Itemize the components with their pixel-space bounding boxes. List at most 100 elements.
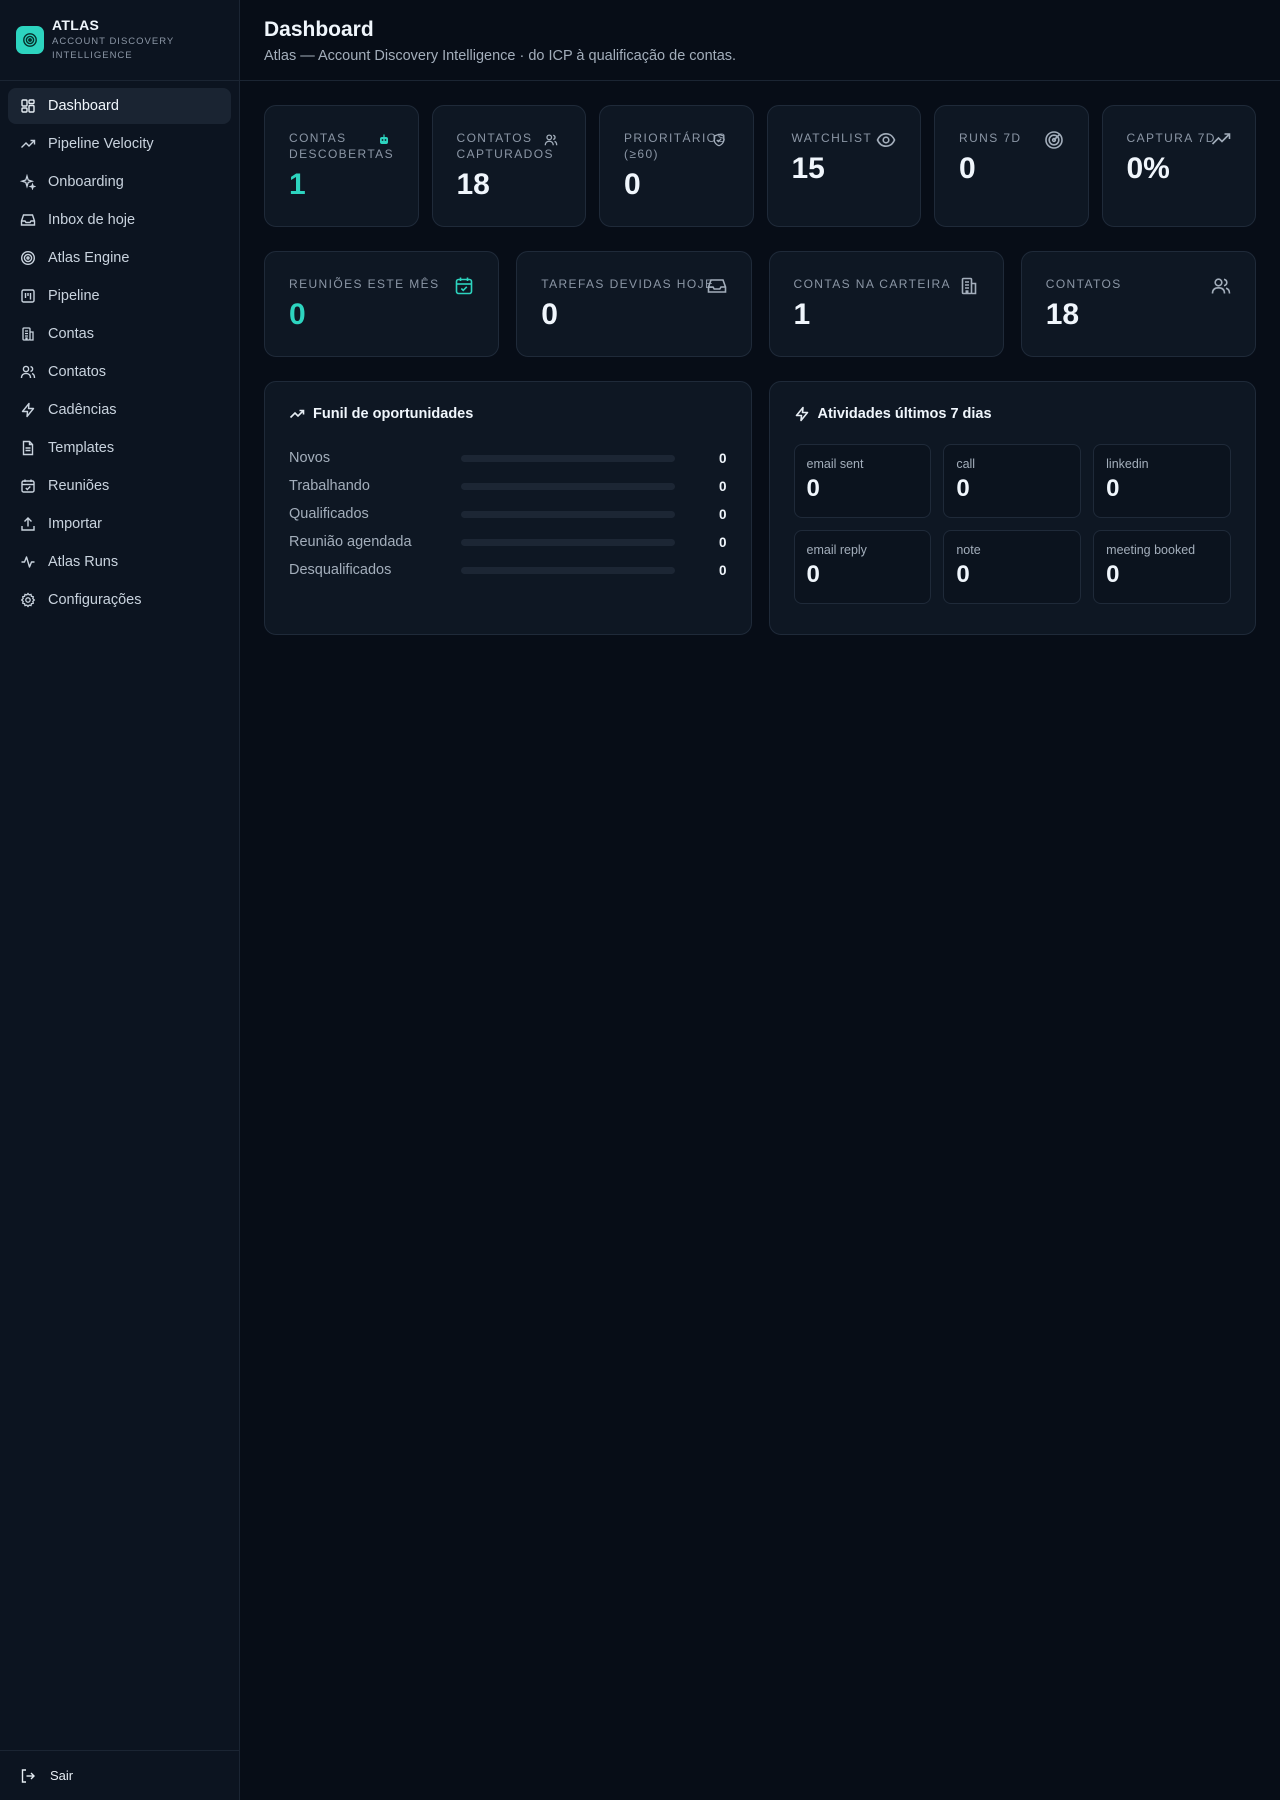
activity-icon [20, 554, 36, 570]
trending-up-icon [20, 136, 36, 152]
sparkles-icon [20, 174, 36, 190]
calendar-check-icon [20, 478, 36, 494]
activities-panel: Atividades últimos 7 dias email sent 0 c… [768, 381, 1256, 635]
stat-value: 1 [793, 298, 811, 331]
stat-value: 0 [959, 152, 976, 185]
stat-card-reunioes-mes: Reuniões este mês 0 [264, 251, 500, 357]
activities-title: Atividades últimos 7 dias [794, 406, 1232, 422]
sidebar-item-reunioes[interactable]: Reuniões [8, 468, 231, 504]
activity-value: 0 [1106, 475, 1120, 502]
sidebar-nav: Dashboard Pipeline Velocity Onboarding I… [0, 81, 239, 627]
stats-row-mid: Reuniões este mês 0 Tarefas devidas hoje… [264, 251, 1256, 357]
page-subtitle: Atlas — Account Discovery Intelligence ·… [264, 48, 737, 64]
gear-icon [20, 592, 36, 608]
building-icon [20, 326, 36, 342]
sidebar-item-label: Contas [48, 326, 94, 342]
sidebar-item-configuracoes[interactable]: Configurações [8, 582, 231, 618]
funnel-bar [461, 538, 675, 546]
funnel-label: Novos [289, 450, 331, 466]
activities-grid: email sent 0 call 0 linkedin 0 email rep… [793, 444, 1232, 604]
stat-label: Tarefas devidas hoje [541, 277, 715, 291]
kanban-icon [20, 288, 36, 304]
funnel-bar [461, 566, 675, 574]
stat-value: 15 [791, 152, 825, 185]
funnel-label: Qualificados [289, 506, 369, 522]
sidebar: ATLAS ACCOUNT DISCOVERY INTELLIGENCE Das… [0, 0, 240, 1800]
eye-icon [876, 130, 896, 150]
stat-label: Contatos [1045, 277, 1122, 291]
sidebar-item-label: Importar [48, 516, 102, 532]
stat-value: 0 [289, 298, 306, 331]
stat-value: 18 [1045, 298, 1080, 331]
users-icon [1211, 276, 1231, 296]
activity-value: 0 [806, 561, 820, 588]
sidebar-item-label: Contatos [48, 364, 107, 380]
sidebar-item-contas[interactable]: Contas [8, 316, 231, 352]
stat-label: Reuniões este mês [289, 277, 440, 291]
stat-card-contatos: Contatos 18 [1020, 251, 1256, 357]
main-content: Dashboard Atlas — Account Discovery Inte… [240, 0, 1280, 1800]
stats-row-top: Contas descobertas 1 Contatos capturados… [264, 105, 1256, 227]
sidebar-item-atlas-engine[interactable]: Atlas Engine [8, 240, 231, 276]
sidebar-item-contatos[interactable]: Contatos [8, 354, 231, 390]
activity-label: email sent [806, 457, 864, 471]
sidebar-item-label: Pipeline Velocity [48, 136, 154, 152]
funnel-count: 0 [718, 562, 727, 578]
users-icon [541, 130, 561, 150]
sidebar-item-templates[interactable]: Templates [8, 430, 231, 466]
sidebar-item-onboarding[interactable]: Onboarding [8, 164, 231, 200]
activity-value: 0 [956, 561, 970, 588]
activity-label: linkedin [1106, 457, 1149, 471]
brand-subtitle: ACCOUNT DISCOVERY INTELLIGENCE [52, 36, 175, 61]
dashboard-icon [20, 98, 36, 114]
zap-icon [20, 402, 36, 418]
stat-card-runs-7d: Runs 7d 0 [934, 105, 1089, 227]
page-title: Dashboard [264, 18, 374, 41]
trending-up-icon [289, 409, 305, 419]
bot-icon [374, 130, 394, 150]
calendar-check-icon [454, 276, 474, 296]
sidebar-item-inbox[interactable]: Inbox de hoje [8, 202, 231, 238]
activity-label: email reply [806, 543, 867, 557]
users-icon [20, 364, 36, 380]
funnel-label: Desqualificados [289, 562, 392, 578]
funnel-panel: Funil de oportunidades Novos 0 Trabalhan… [264, 381, 752, 635]
sidebar-item-label: Configurações [48, 592, 142, 608]
stat-card-captura-7d: Captura 7d 0% [1101, 105, 1256, 227]
sidebar-item-atlas-runs[interactable]: Atlas Runs [8, 544, 231, 580]
funnel-count: 0 [718, 450, 727, 466]
stat-value: 1 [289, 168, 306, 201]
activity-label: call [956, 457, 976, 471]
activity-card-meeting-booked: meeting booked 0 [1093, 530, 1231, 604]
funnel-count: 0 [718, 478, 727, 494]
funnel-count: 0 [718, 506, 727, 522]
sidebar-item-label: Reuniões [48, 478, 110, 494]
building-icon [959, 276, 979, 296]
brand-title: ATLAS [52, 17, 100, 33]
funnel-title: Funil de oportunidades [289, 406, 727, 422]
sidebar-item-pipeline[interactable]: Pipeline [8, 278, 231, 314]
stat-card-watchlist: Watchlist 15 [766, 105, 921, 227]
target-icon [20, 250, 36, 266]
activity-card-linkedin: linkedin 0 [1093, 444, 1231, 518]
funnel-row: Reunião agendada 0 [289, 528, 727, 556]
sidebar-item-importar[interactable]: Importar [8, 506, 231, 542]
sidebar-item-pipeline-velocity[interactable]: Pipeline Velocity [8, 126, 231, 162]
inbox-icon [707, 276, 727, 296]
sidebar-item-cadencias[interactable]: Cadências [8, 392, 231, 428]
stat-card-contas-carteira: Contas na carteira 1 [768, 251, 1004, 357]
stat-card-contatos-capturados: Contatos capturados 18 [431, 105, 586, 227]
sidebar-item-label: Pipeline [48, 288, 100, 304]
sidebar-item-dashboard[interactable]: Dashboard [8, 88, 231, 124]
logout-button[interactable]: Sair [20, 1768, 73, 1784]
activity-card-email-reply: email reply 0 [793, 530, 932, 604]
stat-card-prioritarios: Prioritários (≥60) 0 [599, 105, 754, 227]
sidebar-item-label: Dashboard [48, 98, 119, 114]
activity-label: note [956, 543, 981, 557]
brand[interactable]: ATLAS ACCOUNT DISCOVERY INTELLIGENCE [0, 0, 239, 81]
funnel-count: 0 [718, 534, 727, 550]
log-out-icon [21, 1768, 35, 1783]
panels-row: Funil de oportunidades Novos 0 Trabalhan… [264, 381, 1256, 635]
stat-card-tarefas-hoje: Tarefas devidas hoje 0 [516, 251, 752, 357]
funnel-row: Qualificados 0 [289, 500, 727, 528]
